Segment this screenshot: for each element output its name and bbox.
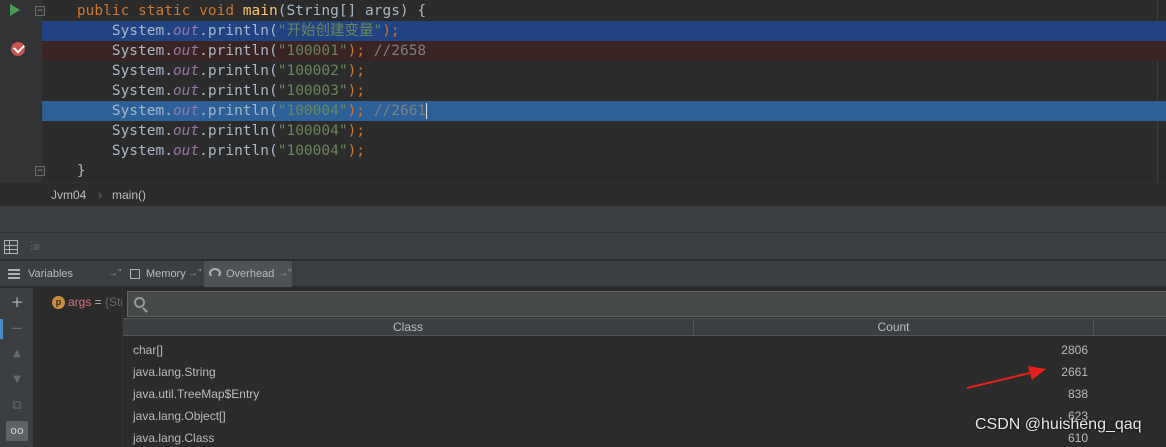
arrow-head xyxy=(1028,366,1046,380)
watermark: CSDN @huisheng_qaq xyxy=(975,416,1142,433)
annotation-arrow xyxy=(966,366,1046,389)
arrow-shaft xyxy=(966,372,1031,389)
